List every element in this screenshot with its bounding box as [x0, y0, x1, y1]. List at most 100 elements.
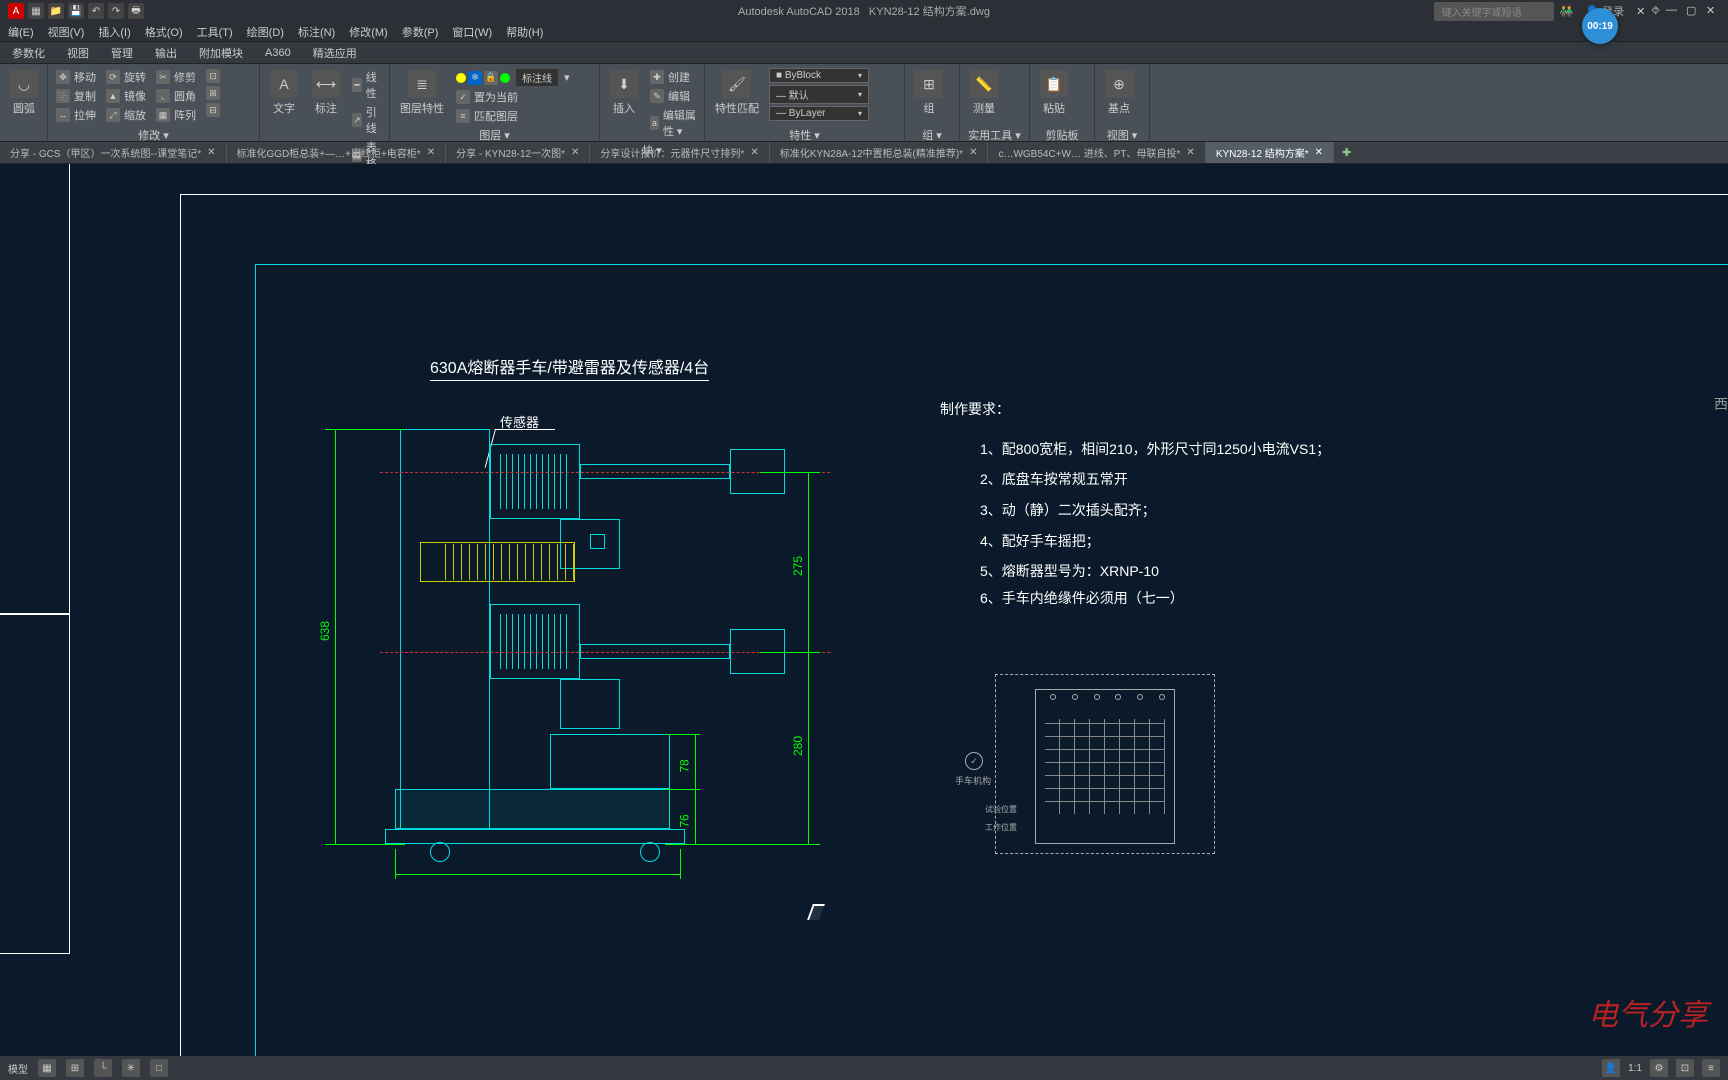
dim-button[interactable]: ⟷标注 [308, 68, 344, 118]
trim-button[interactable]: ✂修剪 [154, 68, 198, 86]
measure-button[interactable]: 📏测量 [966, 68, 1002, 118]
mod-extra2[interactable]: ⊞ [204, 85, 222, 101]
doc-tab[interactable]: 分享设计报价：元器件尺寸排列*✕ [590, 142, 769, 163]
match-layer-button[interactable]: ≡匹配图层 [454, 107, 572, 125]
menu-tools[interactable]: 工具(T) [197, 24, 233, 40]
close-icon[interactable]: ✕ [1706, 4, 1720, 18]
scale-button[interactable]: ⤢缩放 [104, 106, 148, 124]
paste-button[interactable]: 📋粘贴 [1036, 68, 1072, 118]
ribbon-tab-manage[interactable]: 管理 [107, 42, 137, 64]
arc-button[interactable]: ◡ 圆弧 [6, 68, 42, 118]
close-tab-icon[interactable]: ✕ [969, 147, 977, 158]
qat-redo-icon[interactable]: ↷ [108, 3, 124, 19]
panel-label-modify[interactable]: 修改 ▾ [54, 125, 253, 139]
doc-tab[interactable]: 分享 - GCS（甲区）一次系统图--课堂笔记*✕ [0, 142, 227, 163]
req-item-4: 4、配好手车摇把； [980, 531, 1100, 551]
close-tab-icon[interactable]: ✕ [427, 147, 435, 158]
snap-icon[interactable]: ⊞ [66, 1059, 84, 1077]
create-block-button[interactable]: ✚创建 [648, 68, 698, 86]
qat-open-icon[interactable]: 📁 [48, 3, 64, 19]
close-tab-icon[interactable]: ✕ [1315, 147, 1323, 158]
drawing-canvas[interactable]: 西 630A熔断器手车/带避雷器及传感器/4台 传感器 制作要求： 1、配800… [0, 164, 1728, 1064]
color-dropdown[interactable]: ■ ByBlock▾ [769, 68, 869, 83]
maximize-icon[interactable]: ▢ [1686, 4, 1700, 18]
panel-label-layer[interactable]: 图层 ▾ [396, 125, 593, 139]
help-search-input[interactable]: 键入关键字或短语 [1434, 2, 1554, 21]
match-prop-button[interactable]: 🖌特性匹配 [711, 68, 763, 118]
close-tab-icon[interactable]: ✕ [1186, 147, 1194, 158]
edit-block-button[interactable]: ✎编辑 [648, 87, 698, 105]
grid-snap-icon[interactable]: ▦ [38, 1059, 56, 1077]
menu-window[interactable]: 窗口(W) [452, 24, 492, 40]
ribbon-tab-param[interactable]: 参数化 [8, 42, 49, 64]
model-tab[interactable]: 模型 [8, 1061, 28, 1076]
copy-button[interactable]: ⿻复制 [54, 87, 98, 105]
viewcube-direction[interactable]: 西 [1714, 394, 1728, 414]
ribbon-tab-view[interactable]: 视图 [63, 42, 93, 64]
doc-tab[interactable]: 标准化KYN28A-12中置柜总装(精准推荐)*✕ [770, 142, 989, 163]
edit-attr-button[interactable]: a编辑属性 ▾ [648, 106, 698, 140]
lineweight-dropdown[interactable]: — 默认▾ [769, 85, 869, 104]
menu-param[interactable]: 参数(P) [402, 24, 439, 40]
mod-extra1[interactable]: ⊡ [204, 68, 222, 84]
move-button[interactable]: ✥移动 [54, 68, 98, 86]
layer-selector[interactable]: ❄ 🔒 标注线 ▾ [454, 68, 572, 87]
basepoint-button[interactable]: ⊕基点 [1101, 68, 1137, 118]
qat-print-icon[interactable]: 🖶 [128, 3, 144, 19]
text-button[interactable]: A文字 [266, 68, 302, 118]
layer-prop-button[interactable]: ≣图层特性 [396, 68, 448, 118]
fillet-button[interactable]: ◟圆角 [154, 87, 198, 105]
menu-edit[interactable]: 编(E) [8, 24, 34, 40]
ribbon-tab-a360[interactable]: A360 [261, 44, 295, 62]
doc-tab-active[interactable]: KYN28-12 结构方案*✕ [1206, 142, 1334, 163]
close-tab-icon[interactable]: ✕ [571, 147, 579, 158]
close-tab-icon[interactable]: ✕ [207, 147, 215, 158]
mod-extra3[interactable]: ⊟ [204, 102, 222, 118]
leader-button[interactable]: ↗引线 [350, 103, 383, 137]
osnap-icon[interactable]: □ [150, 1059, 168, 1077]
close-tab-icon[interactable]: ✕ [750, 147, 758, 158]
panel-label-view[interactable]: 视图 ▾ [1101, 125, 1143, 139]
ortho-icon[interactable]: └ [94, 1059, 112, 1077]
customize-icon[interactable]: ≡ [1702, 1059, 1720, 1077]
menu-view[interactable]: 视图(V) [48, 24, 85, 40]
linetype-dropdown[interactable]: — ByLayer▾ [769, 106, 869, 121]
annotation-scale-icon[interactable]: 👤 [1602, 1059, 1620, 1077]
scale-display[interactable]: 1:1 [1628, 1063, 1642, 1074]
exchange-icon[interactable]: ✕ [1636, 5, 1645, 18]
group-button[interactable]: ⊞组 [911, 68, 947, 118]
panel-label-prop[interactable]: 特性 ▾ [711, 125, 898, 139]
help-icon[interactable]: ⯑ [1651, 5, 1660, 18]
make-current-button[interactable]: ✓置为当前 [454, 88, 572, 106]
qat-new-icon[interactable]: ▦ [28, 3, 44, 19]
linear-button[interactable]: ━线性 [350, 68, 383, 102]
panel-label-util[interactable]: 实用工具 ▾ [966, 125, 1023, 139]
minimize-icon[interactable]: — [1666, 4, 1680, 18]
array-button[interactable]: ▦阵列 [154, 106, 198, 124]
app-menu-icon[interactable]: A [8, 3, 24, 19]
mirror-button[interactable]: ▲镜像 [104, 87, 148, 105]
menu-help[interactable]: 帮助(H) [506, 24, 543, 40]
doc-tab[interactable]: 标准化GGD柜总装+―…+出线柜+电容柜*✕ [227, 142, 447, 163]
ribbon-tab-addon[interactable]: 附加模块 [195, 42, 247, 64]
insert-button[interactable]: ⬇插入 [606, 68, 642, 118]
workspace-icon[interactable]: ⊡ [1676, 1059, 1694, 1077]
menu-modify[interactable]: 修改(M) [349, 24, 388, 40]
polar-icon[interactable]: ✳ [122, 1059, 140, 1077]
menu-draw[interactable]: 绘图(D) [247, 24, 284, 40]
menu-dimension[interactable]: 标注(N) [298, 24, 335, 40]
doc-tab[interactable]: 分享 - KYN28-12一次图*✕ [446, 142, 590, 163]
add-tab-button[interactable]: ✚ [1334, 143, 1359, 162]
settings-icon[interactable]: ⚙ [1650, 1059, 1668, 1077]
menu-insert[interactable]: 插入(I) [98, 24, 130, 40]
qat-undo-icon[interactable]: ↶ [88, 3, 104, 19]
stretch-button[interactable]: ↔拉伸 [54, 106, 98, 124]
ribbon-tab-featured[interactable]: 精选应用 [309, 42, 361, 64]
menu-format[interactable]: 格式(O) [145, 24, 183, 40]
doc-tab[interactable]: c…WGB54C+W… 进线、PT、母联自投*✕ [988, 142, 1205, 163]
ribbon-tab-output[interactable]: 输出 [151, 42, 181, 64]
qat-save-icon[interactable]: 💾 [68, 3, 84, 19]
panel-label-group[interactable]: 组 ▾ [911, 125, 953, 139]
infocenter-icon[interactable]: 👬 [1560, 5, 1574, 18]
rotate-button[interactable]: ⟳旋转 [104, 68, 148, 86]
